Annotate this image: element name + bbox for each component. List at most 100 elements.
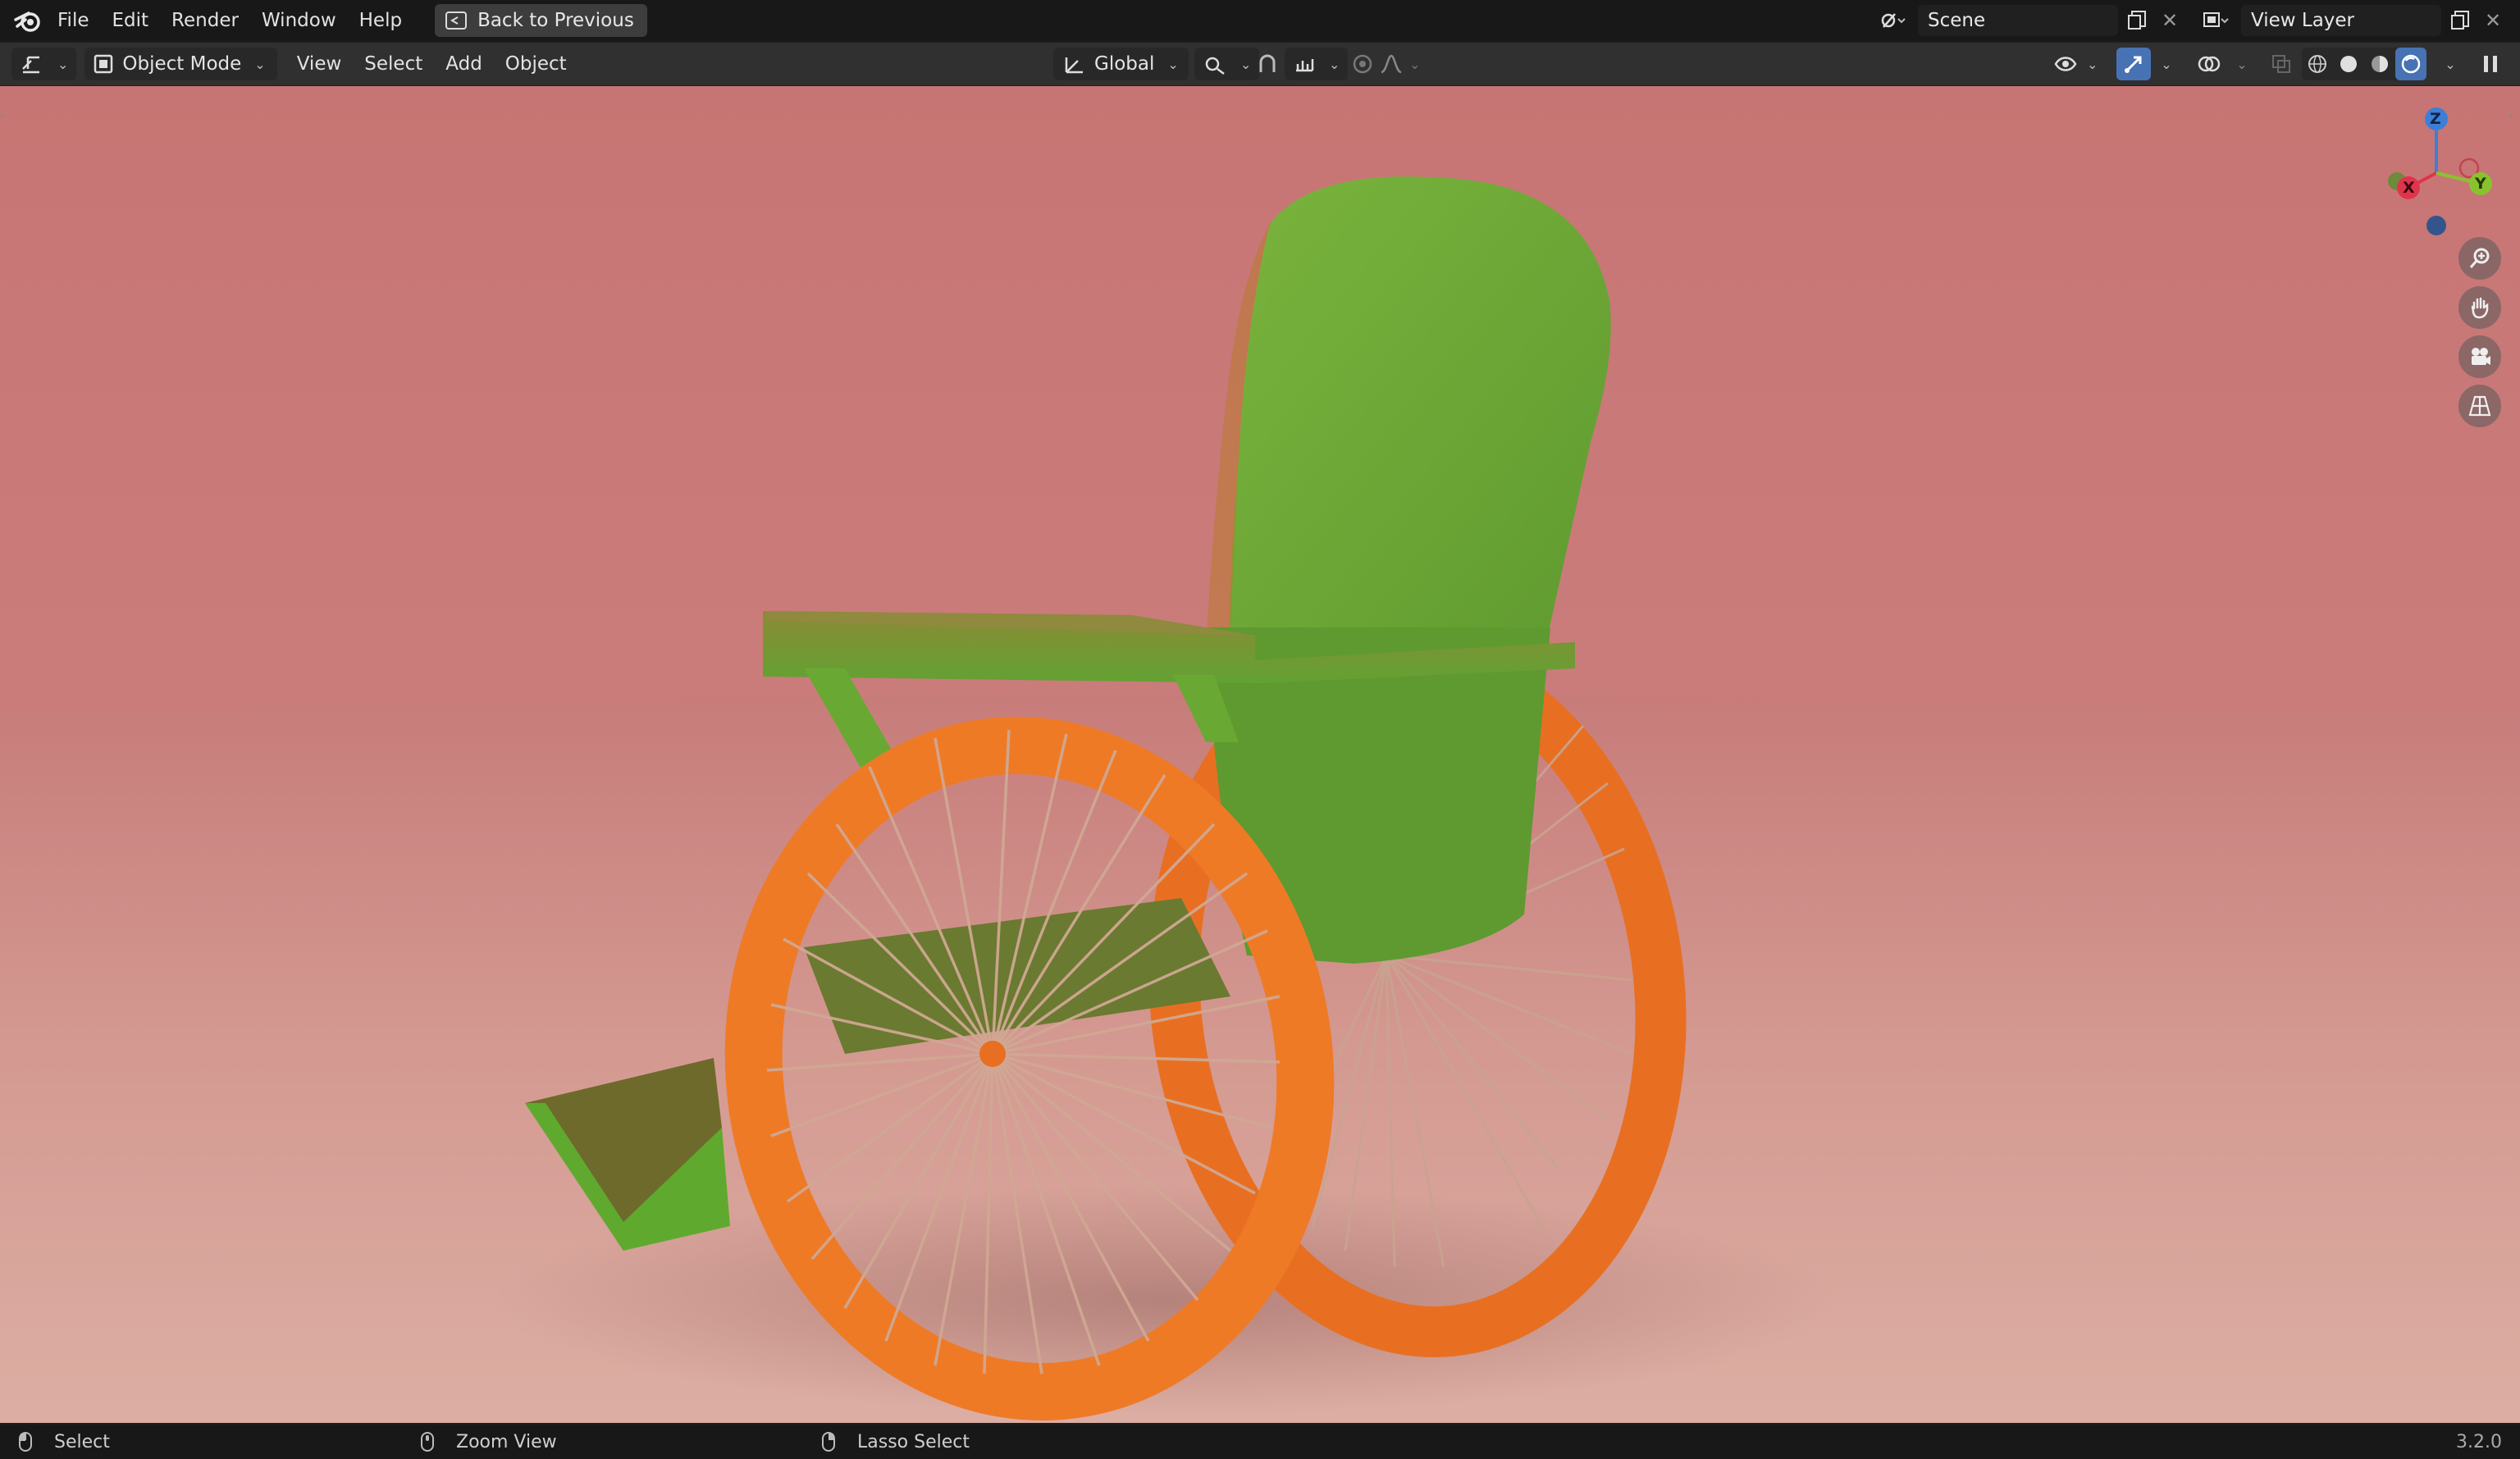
menu-file[interactable]: File <box>46 0 101 41</box>
object-mode-label: Object Mode <box>122 53 242 75</box>
back-to-previous-button[interactable]: Back to Previous <box>435 4 647 37</box>
chevron-down-icon: ⌄ <box>2087 56 2098 72</box>
duplicate-icon <box>2128 11 2146 30</box>
wireframe-shading-icon <box>2308 55 2326 73</box>
chevron-down-icon: ⌄ <box>2236 56 2248 72</box>
menu-window[interactable]: Window <box>250 0 348 41</box>
chevron-down-icon: ⌄ <box>1409 56 1421 72</box>
header-menu-object[interactable]: Object <box>494 43 578 85</box>
selectability-visibility-dropdown[interactable]: ⌄ <box>2054 48 2098 80</box>
pivot-icon <box>1205 57 1225 75</box>
editor-type-icon <box>22 56 39 74</box>
show-gizmo-toggle[interactable] <box>2116 48 2151 80</box>
chevron-down-icon: ⌄ <box>57 56 69 72</box>
menu-render[interactable]: Render <box>160 0 250 41</box>
snap-increment-icon <box>1296 59 1314 72</box>
3d-viewport[interactable]: Z X Y › ‹ <box>0 86 2520 1423</box>
overlays-dropdown[interactable]: ⌄ <box>2228 48 2251 80</box>
chevron-down-icon: ⌄ <box>1329 56 1340 72</box>
pan-button[interactable] <box>2458 286 2501 329</box>
proportional-icon <box>1353 54 1372 74</box>
backrest <box>1229 176 1611 660</box>
chevron-down-icon: ⌄ <box>254 56 266 72</box>
transform-orientation-dropdown[interactable]: Global ⌄ <box>1053 48 1189 80</box>
rendered-shading-icon <box>2401 54 2421 74</box>
top-bar: File Edit Render Window Help Back to Pre… <box>0 0 2520 41</box>
transform-orientation-label: Global <box>1094 53 1155 75</box>
scene-browse-button[interactable] <box>1872 4 1913 37</box>
object-mode-dropdown[interactable]: Object Mode ⌄ <box>84 48 277 80</box>
status-zoom-view: Zoom View <box>456 1432 557 1452</box>
axis-y-label: Y <box>2475 175 2486 193</box>
header-menu-select[interactable]: Select <box>353 43 434 85</box>
object-mode-icon <box>94 54 113 74</box>
scene-name-field[interactable]: Scene <box>1918 5 2118 36</box>
camera-view-button[interactable] <box>2458 335 2501 378</box>
header-menu-add[interactable]: Add <box>434 43 494 85</box>
sidebar-region-toggle[interactable]: ‹ <box>2509 107 2520 127</box>
mouse-icon <box>420 1431 435 1452</box>
blender-logo-icon[interactable] <box>10 0 46 41</box>
pivot-point-dropdown[interactable]: ⌄ <box>1194 48 1260 80</box>
close-icon: ✕ <box>2484 9 2502 32</box>
back-icon <box>445 11 468 30</box>
view-layer-icon <box>2203 12 2229 27</box>
axis-z-label: Z <box>2430 110 2441 128</box>
zoom-icon <box>2469 248 2490 268</box>
view-layer-name: View Layer <box>2251 10 2355 31</box>
pause-icon <box>2484 56 2497 72</box>
mouse-icon <box>18 1431 33 1452</box>
overlay-icon <box>2198 56 2221 72</box>
shading-dropdown[interactable]: ⌄ <box>2436 48 2459 80</box>
scene-name: Scene <box>1928 10 1986 31</box>
wireframe-shading-button[interactable] <box>2302 48 2333 80</box>
navigation-gizmo[interactable]: Z X Y <box>2379 103 2494 250</box>
chevron-down-icon: ⌄ <box>1167 56 1179 72</box>
viewport-header: ⌄ Object Mode ⌄ View Select Add Object G… <box>0 43 2520 85</box>
header-menu-view[interactable]: View <box>285 43 354 85</box>
version-label: 3.2.0 <box>2456 1432 2502 1452</box>
delete-scene-button[interactable]: ✕ <box>2157 4 2182 37</box>
new-scene-button[interactable] <box>2123 4 2152 37</box>
pause-render-button[interactable] <box>2474 48 2507 80</box>
menu-help[interactable]: Help <box>348 0 413 41</box>
orientation-icon <box>1065 57 1083 74</box>
snap-target-dropdown[interactable]: ⌄ <box>1285 48 1349 80</box>
close-icon: ✕ <box>2161 9 2179 32</box>
zoom-button[interactable] <box>2458 237 2501 280</box>
material-preview-button[interactable] <box>2364 48 2395 80</box>
mouse-icon <box>821 1431 836 1452</box>
rendered-shading-button[interactable] <box>2395 48 2426 80</box>
view-layer-name-field[interactable]: View Layer <box>2241 5 2441 36</box>
solid-shading-button[interactable] <box>2333 48 2364 80</box>
scene-icon <box>1881 13 1906 28</box>
duplicate-icon <box>2451 11 2469 30</box>
chevron-down-icon: ⌄ <box>2161 56 2172 72</box>
delete-view-layer-button[interactable]: ✕ <box>2481 4 2505 37</box>
proportional-editing-toggle[interactable] <box>1349 48 1376 80</box>
grid-icon <box>2468 395 2491 417</box>
view-layer-browse-button[interactable] <box>2195 4 2236 37</box>
show-overlays-toggle[interactable] <box>2192 48 2226 80</box>
back-to-previous-label: Back to Previous <box>477 10 634 31</box>
perspective-toggle-button[interactable] <box>2458 385 2501 427</box>
xray-icon <box>2272 55 2290 73</box>
visibility-icon <box>2054 57 2077 71</box>
chevron-down-icon: ⌄ <box>1240 56 1252 72</box>
snap-toggle[interactable] <box>1253 48 1281 80</box>
gizmo-dropdown[interactable]: ⌄ <box>2152 48 2175 80</box>
material-shading-icon <box>2372 56 2388 72</box>
status-lasso-select: Lasso Select <box>857 1432 970 1452</box>
chevron-down-icon: ⌄ <box>2445 56 2456 72</box>
proportional-falloff-dropdown[interactable]: ⌄ <box>1380 48 1420 80</box>
new-view-layer-button[interactable] <box>2446 4 2476 37</box>
status-select: Select <box>54 1431 110 1452</box>
toolbar-region-toggle[interactable]: › <box>0 107 11 127</box>
rendered-scene <box>0 86 2520 1423</box>
falloff-curve-icon <box>1381 54 1402 74</box>
hand-icon <box>2471 297 2489 319</box>
xray-toggle[interactable] <box>2266 48 2297 80</box>
menu-edit[interactable]: Edit <box>101 0 161 41</box>
editor-type-button[interactable]: ⌄ <box>11 48 77 80</box>
status-bar: Select Zoom View Lasso Select 3.2.0 <box>0 1425 2520 1459</box>
